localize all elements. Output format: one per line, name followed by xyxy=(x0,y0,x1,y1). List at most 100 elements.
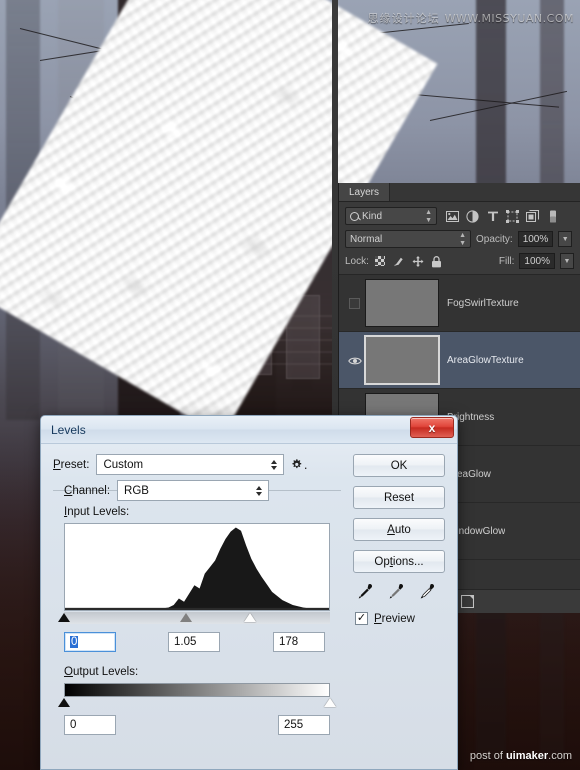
output-black-slider-handle[interactable] xyxy=(58,698,70,707)
layer-thumbnail[interactable] xyxy=(364,335,440,385)
table-row[interactable]: FogSwirlTexture xyxy=(339,275,580,332)
lock-transparent-pixels-icon[interactable] xyxy=(374,255,386,267)
eye-icon xyxy=(347,356,362,365)
layer-filter-kind-value: Kind xyxy=(362,210,383,222)
input-levels-slider[interactable] xyxy=(58,612,330,624)
layer-name: AreaGlowTexture xyxy=(447,354,524,366)
blend-mode-select[interactable]: Normal ▲ ▼ xyxy=(345,230,471,248)
highlight-input-slider-handle[interactable] xyxy=(244,613,257,622)
eye-off-icon xyxy=(348,297,360,309)
gear-icon[interactable]: . xyxy=(291,457,307,473)
channel-label: Channel: xyxy=(64,484,111,497)
blend-mode-value: Normal xyxy=(350,233,383,245)
filter-toggle-icon[interactable] xyxy=(546,210,559,223)
pixel-layer-filter-icon[interactable] xyxy=(446,210,459,223)
credit-prefix: post of xyxy=(469,750,506,762)
input-shadow-field[interactable]: 0 xyxy=(64,632,116,652)
output-levels-slider[interactable] xyxy=(58,697,336,709)
dialog-body: Preset: Custom . Channel: RGB Input Leve… xyxy=(41,444,457,735)
preview-label-text: review xyxy=(381,612,415,625)
input-midtone-field[interactable]: 1.05 xyxy=(168,632,220,652)
search-icon xyxy=(350,211,359,221)
fill-label: Fill: xyxy=(498,255,515,267)
opacity-chevron-down-icon[interactable]: ▼ xyxy=(558,231,573,247)
output-levels-gradient xyxy=(64,683,330,697)
layer-name: FogSwirlTexture xyxy=(447,297,519,309)
table-row[interactable]: AreaGlowTexture xyxy=(339,332,580,389)
preset-label: Preset: xyxy=(53,458,90,471)
opacity-value[interactable]: 100% xyxy=(517,231,554,247)
lock-all-icon[interactable] xyxy=(431,255,443,267)
output-white-slider-handle[interactable] xyxy=(324,698,336,707)
reset-button[interactable]: Reset xyxy=(353,486,445,509)
chevron-updown-icon xyxy=(251,482,266,499)
preset-label-text: reset: xyxy=(60,458,90,471)
auto-button[interactable]: Auto xyxy=(353,518,445,541)
channel-select[interactable]: RGB xyxy=(117,480,270,501)
input-highlight-field[interactable]: 178 xyxy=(273,632,325,652)
auto-button-label: uto xyxy=(394,523,411,536)
midtone-input-slider-handle[interactable] xyxy=(180,613,193,622)
output-black-field[interactable]: 0 xyxy=(64,715,116,735)
preview-row: ✓ Preview xyxy=(355,612,445,625)
opacity-label: Opacity: xyxy=(476,233,513,245)
shape-layer-filter-icon[interactable] xyxy=(506,209,519,223)
preset-value: Custom xyxy=(103,458,144,471)
input-midtone-value: 1.05 xyxy=(174,636,197,648)
panel-tab-bar: Layers xyxy=(339,183,580,202)
channel-value: RGB xyxy=(124,484,149,497)
options-button[interactable]: Op t ions... xyxy=(353,550,445,573)
layer-thumbnail[interactable] xyxy=(365,279,439,327)
output-black-value: 0 xyxy=(70,719,77,731)
set-white-point-eyedropper-icon[interactable] xyxy=(419,583,436,600)
lock-fill-row: Lock: Fill: 100% ▼ xyxy=(345,253,574,269)
fill-chevron-down-icon[interactable]: ▼ xyxy=(560,253,574,269)
lock-label: Lock: xyxy=(345,255,369,267)
layer-visibility-toggle[interactable] xyxy=(343,356,365,365)
blend-opacity-row: Normal ▲ ▼ Opacity: 100% ▼ xyxy=(345,230,574,248)
preset-select[interactable]: Custom xyxy=(96,454,285,475)
photoshop-screenshot: 思缘设计论坛 WWW.MISSYUAN.COM post of uimaker.c… xyxy=(0,0,580,770)
shadow-input-slider-handle[interactable] xyxy=(58,613,70,622)
dialog-button-column: OK Reset Auto Op t ions... ✓ Preview xyxy=(353,454,445,625)
preview-label: Preview xyxy=(374,612,415,625)
type-layer-filter-icon[interactable] xyxy=(486,210,499,223)
chevron-updown-icon xyxy=(266,456,281,473)
dialog-title-bar[interactable]: Levels x xyxy=(41,416,457,444)
levels-dialog: Levels x Preset: Custom . Channel: RGB I… xyxy=(40,415,458,770)
lock-icons xyxy=(374,255,443,267)
tab-layers-label: Layers xyxy=(349,186,380,198)
new-layer-icon[interactable] xyxy=(460,595,474,609)
fill-value[interactable]: 100% xyxy=(519,253,555,269)
lock-position-icon[interactable] xyxy=(412,255,424,267)
histogram-plot xyxy=(65,527,329,610)
channel-label-text: hannel: xyxy=(72,484,111,497)
output-levels-label-text: utput Levels: xyxy=(72,666,139,678)
output-levels-label: Output Levels: xyxy=(64,666,139,678)
preview-checkbox[interactable]: ✓ xyxy=(355,612,368,625)
output-white-field[interactable]: 255 xyxy=(278,715,330,735)
eyedropper-row xyxy=(357,583,445,600)
filter-row: Kind ▲ ▼ xyxy=(345,207,574,225)
layer-filter-kind-select[interactable]: Kind ▲ ▼ xyxy=(345,207,437,225)
adjustment-layer-filter-icon[interactable] xyxy=(466,209,479,223)
channel-row: Channel: RGB xyxy=(64,480,270,501)
input-levels-label-text: nput Levels: xyxy=(67,506,130,518)
layers-panel-controls: Kind ▲ ▼ Normal ▲ ▼ Opacity: 100% ▼ Lock… xyxy=(339,202,580,274)
close-button[interactable]: x xyxy=(410,417,454,438)
set-gray-point-eyedropper-icon[interactable] xyxy=(388,583,405,600)
chevron-updown-icon: ▲ ▼ xyxy=(459,231,466,247)
input-highlight-value: 178 xyxy=(279,636,299,648)
set-black-point-eyedropper-icon[interactable] xyxy=(357,583,374,600)
layer-visibility-toggle[interactable] xyxy=(343,297,365,309)
tab-layers[interactable]: Layers xyxy=(339,183,391,201)
input-shadow-value: 0 xyxy=(70,636,79,648)
options-button-label: ions... xyxy=(392,555,424,568)
input-levels-label: Input Levels: xyxy=(64,506,130,518)
chevron-updown-icon: ▲ ▼ xyxy=(425,208,432,224)
ok-button[interactable]: OK xyxy=(353,454,445,477)
layer-filter-icons xyxy=(446,209,559,223)
smart-object-filter-icon[interactable] xyxy=(526,209,539,223)
dialog-title: Levels xyxy=(51,422,86,437)
lock-image-pixels-icon[interactable] xyxy=(393,255,405,267)
